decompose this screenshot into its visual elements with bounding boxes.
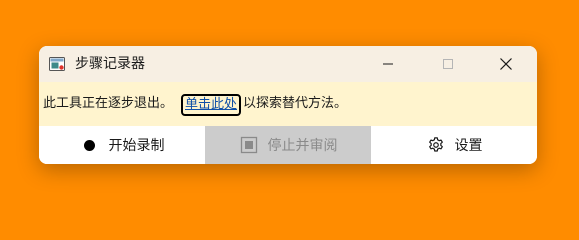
settings-button[interactable]: 设置	[371, 126, 537, 164]
click-here-link[interactable]: 单击此处	[181, 94, 242, 116]
gear-icon	[426, 135, 446, 155]
deprecation-notice-bar: 此工具正在逐步退出。 单击此处 以探索替代方法。	[39, 82, 537, 126]
minimize-button[interactable]	[365, 46, 411, 82]
start-recording-button[interactable]: 开始录制	[39, 126, 205, 164]
maximize-icon	[443, 59, 453, 69]
notice-text-suffix: 以探索替代方法。	[243, 96, 348, 111]
title-bar[interactable]: 步骤记录器	[39, 46, 537, 82]
stop-and-review-button[interactable]: 停止并审阅	[205, 126, 371, 164]
minimize-icon	[383, 63, 393, 65]
close-button[interactable]	[483, 46, 529, 82]
stop-and-review-label: 停止并审阅	[267, 138, 338, 154]
start-recording-label: 开始录制	[108, 138, 165, 154]
settings-label: 设置	[454, 138, 483, 154]
maximize-button[interactable]	[425, 46, 471, 82]
toolbar: 开始录制 停止并审阅 设置	[39, 126, 537, 164]
stop-icon	[239, 135, 259, 155]
record-icon	[80, 135, 100, 155]
close-icon	[500, 58, 512, 70]
steps-recorder-window: 步骤记录器 此工具正在逐步退出。 单击此处 以探索替代方法。 开始录制 停止并审…	[39, 46, 537, 164]
notice-text: 此工具正在逐步退出。	[43, 96, 174, 111]
window-title: 步骤记录器	[75, 56, 145, 72]
steps-recorder-icon	[49, 57, 65, 71]
